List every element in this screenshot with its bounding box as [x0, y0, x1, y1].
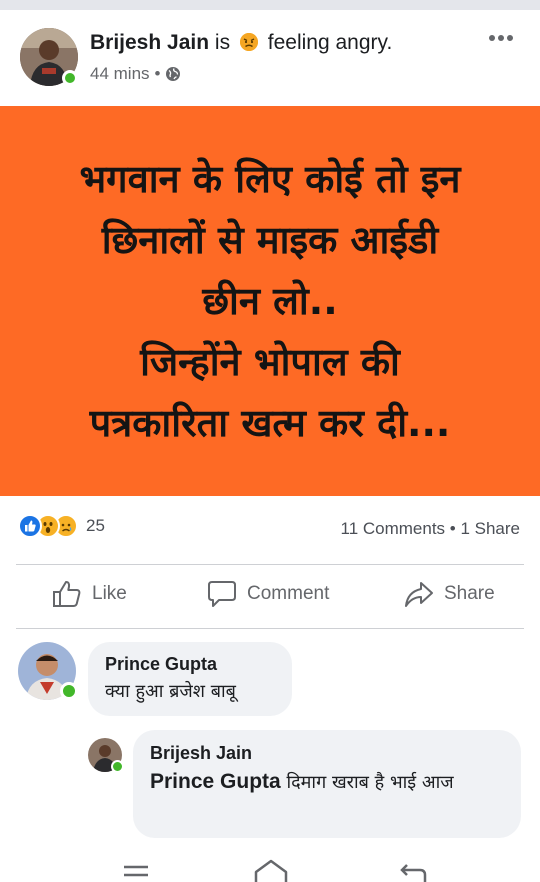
comment-text: क्या हुआ ब्रजेश बाबू	[105, 681, 236, 702]
back-icon[interactable]	[398, 862, 428, 882]
status-is-text: is	[214, 31, 231, 54]
divider	[16, 564, 524, 565]
share-label: Share	[444, 583, 495, 604]
post-header: Brijesh Jain is feeling angry. 44 mins •	[0, 10, 540, 106]
share-button[interactable]: Share	[404, 580, 495, 608]
system-nav-bar	[0, 856, 540, 882]
post-actions: Like Comment Share	[0, 566, 540, 626]
comment-label: Comment	[247, 583, 330, 604]
menu-icon[interactable]	[122, 864, 150, 882]
home-icon[interactable]	[252, 858, 290, 882]
comment-button[interactable]: Comment	[207, 580, 329, 608]
post-title-line: Brijesh Jain is feeling angry.	[90, 30, 392, 56]
online-status-dot	[111, 760, 124, 773]
reaction-count: 25	[86, 516, 105, 535]
online-status-dot	[60, 682, 78, 700]
like-button[interactable]: Like	[52, 580, 127, 608]
post-stats: 25 11 Comments • 1 Share	[0, 510, 540, 548]
comments-shares-count[interactable]: 11 Comments • 1 Share	[341, 519, 521, 539]
post-image[interactable]: भगवान के लिए कोई तो इन छिनालों से माइक आ…	[0, 106, 540, 496]
like-reaction-icon	[18, 514, 42, 538]
reply-bubble[interactable]: Brijesh Jain Prince Gupta दिमाग खराब है …	[133, 730, 521, 838]
share-arrow-icon	[404, 580, 434, 608]
top-strip	[0, 0, 540, 10]
post-image-text: भगवान के लिए कोई तो इन छिनालों से माइक आ…	[79, 156, 461, 445]
post-time[interactable]: 44 mins	[90, 64, 150, 84]
author-avatar[interactable]	[20, 28, 78, 86]
divider	[16, 628, 524, 629]
post-meta: 44 mins •	[90, 64, 181, 84]
globe-icon	[165, 66, 181, 82]
reactions-summary[interactable]: 25	[18, 514, 105, 538]
online-status-dot	[62, 70, 78, 86]
comment-bubble[interactable]: Prince Gupta क्या हुआ ब्रजेश बाबू	[88, 642, 292, 716]
like-label: Like	[92, 583, 127, 604]
replier-name[interactable]: Brijesh Jain	[150, 743, 252, 764]
commenter-name[interactable]: Prince Gupta	[105, 654, 217, 675]
comment-icon	[207, 580, 237, 608]
author-name[interactable]: Brijesh Jain	[90, 31, 209, 54]
mentioned-user[interactable]: Prince Gupta	[150, 770, 281, 793]
reply-message: दिमाग खराब है भाई आज	[286, 772, 454, 793]
meta-separator: •	[154, 64, 161, 83]
angry-face-emoji-icon	[239, 33, 258, 51]
feeling-text[interactable]: feeling angry.	[268, 31, 393, 54]
reply-text: Prince Gupta दिमाग खराब है भाई आज	[150, 768, 490, 797]
more-options-icon[interactable]	[488, 30, 514, 46]
thumbs-up-icon	[52, 580, 82, 608]
